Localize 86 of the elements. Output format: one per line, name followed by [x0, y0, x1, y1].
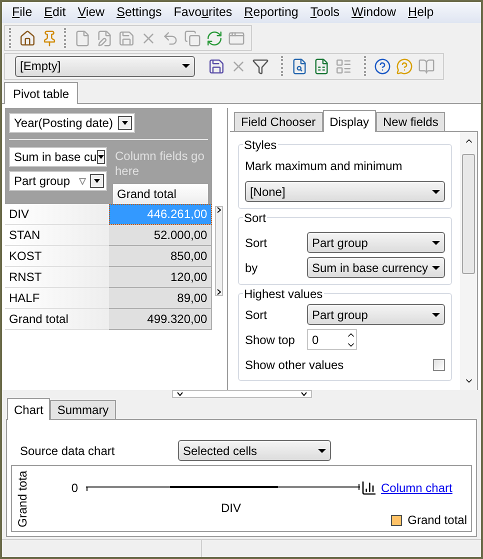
dropdown-arrow-icon — [318, 448, 326, 452]
question-bubble-icon — [396, 58, 412, 74]
menu-item[interactable]: Settings — [110, 3, 168, 22]
axis-title: Grand tota — [14, 470, 30, 527]
value-cell[interactable]: 499.320,00 — [109, 309, 212, 330]
number-spinner[interactable]: 0 — [306, 329, 357, 350]
tab[interactable]: Chart — [7, 398, 50, 420]
field-label: Show other values — [244, 357, 344, 374]
legend-label: Grand total — [408, 512, 467, 529]
row-header: HALF — [5, 288, 109, 309]
column-chart-icon[interactable] — [361, 480, 377, 496]
field-label: Sort — [244, 234, 268, 252]
save-icon — [208, 58, 224, 74]
save-icon — [118, 30, 134, 46]
splitter-handle[interactable] — [215, 206, 223, 296]
field-label: Mark maximum and minimum — [244, 158, 404, 175]
spreadsheet-icon — [312, 58, 330, 74]
filter-icon — [79, 178, 86, 184]
row-header: DIV — [5, 204, 109, 225]
tab[interactable]: New fields — [376, 112, 446, 131]
filter-icon — [252, 58, 268, 74]
menu-item[interactable]: View — [72, 3, 111, 22]
dropdown-icon — [118, 116, 132, 130]
expand-icon — [217, 289, 222, 295]
tab[interactable]: Display — [322, 110, 376, 132]
axis-tick-label: 0 — [70, 480, 79, 497]
field-label: Sort — [244, 306, 268, 324]
field-label: Show top — [244, 332, 296, 348]
category-label: DIV — [221, 500, 242, 517]
row-header: STAN — [5, 225, 109, 246]
collapse-icon — [176, 392, 182, 396]
source-select[interactable]: Selected cells — [178, 440, 331, 461]
expand-icon — [217, 207, 222, 213]
value-cell[interactable]: 52.000,00 — [109, 225, 212, 246]
field-label: Source data chart — [20, 442, 116, 460]
new-document-icon — [74, 30, 90, 46]
home-icon — [18, 30, 36, 46]
dropdown-arrow-icon — [432, 240, 440, 244]
menu-item[interactable]: Favourites — [168, 3, 238, 22]
scrollbar[interactable] — [460, 132, 477, 390]
window-icon — [228, 30, 244, 46]
mark-select[interactable]: [None] — [244, 181, 445, 202]
field-label: by — [244, 260, 259, 276]
value-cell[interactable]: 120,00 — [109, 267, 212, 288]
menu-item[interactable]: Tools — [304, 3, 346, 22]
sort-select[interactable]: Part group — [306, 232, 445, 253]
row-header: KOST — [5, 246, 109, 267]
value-cell[interactable]: 89,00 — [109, 288, 212, 309]
collapse-icon — [300, 392, 306, 396]
menu-item[interactable]: Window — [346, 3, 402, 22]
splitter-handle[interactable] — [172, 390, 312, 398]
menu-item[interactable]: Reporting — [238, 3, 304, 22]
tab[interactable]: Pivot table — [4, 82, 78, 104]
dropdown-arrow-icon — [432, 266, 440, 270]
help-icon — [374, 58, 390, 74]
dropdown-arrow-icon — [432, 312, 440, 316]
column-header: Grand total — [113, 184, 208, 204]
dropdown-icon — [96, 150, 105, 164]
data-field-button[interactable]: Sum in base cu — [9, 147, 107, 167]
row-header: Grand total — [5, 309, 109, 330]
filter-field-button[interactable]: Year(Posting date) — [9, 113, 135, 133]
copy-icon — [184, 30, 200, 46]
layout-select[interactable]: [Empty] — [15, 56, 195, 76]
sort-select[interactable]: Sum in base currency — [306, 257, 445, 278]
dropdown-arrow-icon — [182, 64, 190, 68]
book-icon — [418, 58, 434, 74]
sort-select[interactable]: Part group — [306, 304, 445, 325]
column-fields-placeholder: Column fields go here — [115, 149, 206, 179]
layout-icon — [334, 58, 352, 74]
undo-icon — [162, 30, 178, 46]
value-cell[interactable]: 850,00 — [109, 246, 212, 267]
edit-document-icon — [96, 30, 112, 46]
chart-type-link[interactable]: Column chart — [381, 479, 452, 497]
tab[interactable]: Summary — [50, 400, 116, 419]
menu-item[interactable]: Help — [402, 3, 440, 22]
row-field-button[interactable]: Part group — [9, 171, 107, 191]
row-header: RNST — [5, 267, 109, 288]
menu-item[interactable]: Edit — [38, 3, 72, 22]
refresh-icon — [206, 30, 222, 46]
checkbox[interactable] — [433, 359, 445, 371]
dropdown-arrow-icon — [432, 190, 440, 194]
tab[interactable]: Field Chooser — [234, 112, 323, 131]
menu-item[interactable]: File — [6, 3, 38, 22]
dropdown-icon — [90, 174, 104, 188]
scroll-thumb[interactable] — [462, 154, 475, 274]
preview-icon — [290, 58, 308, 74]
